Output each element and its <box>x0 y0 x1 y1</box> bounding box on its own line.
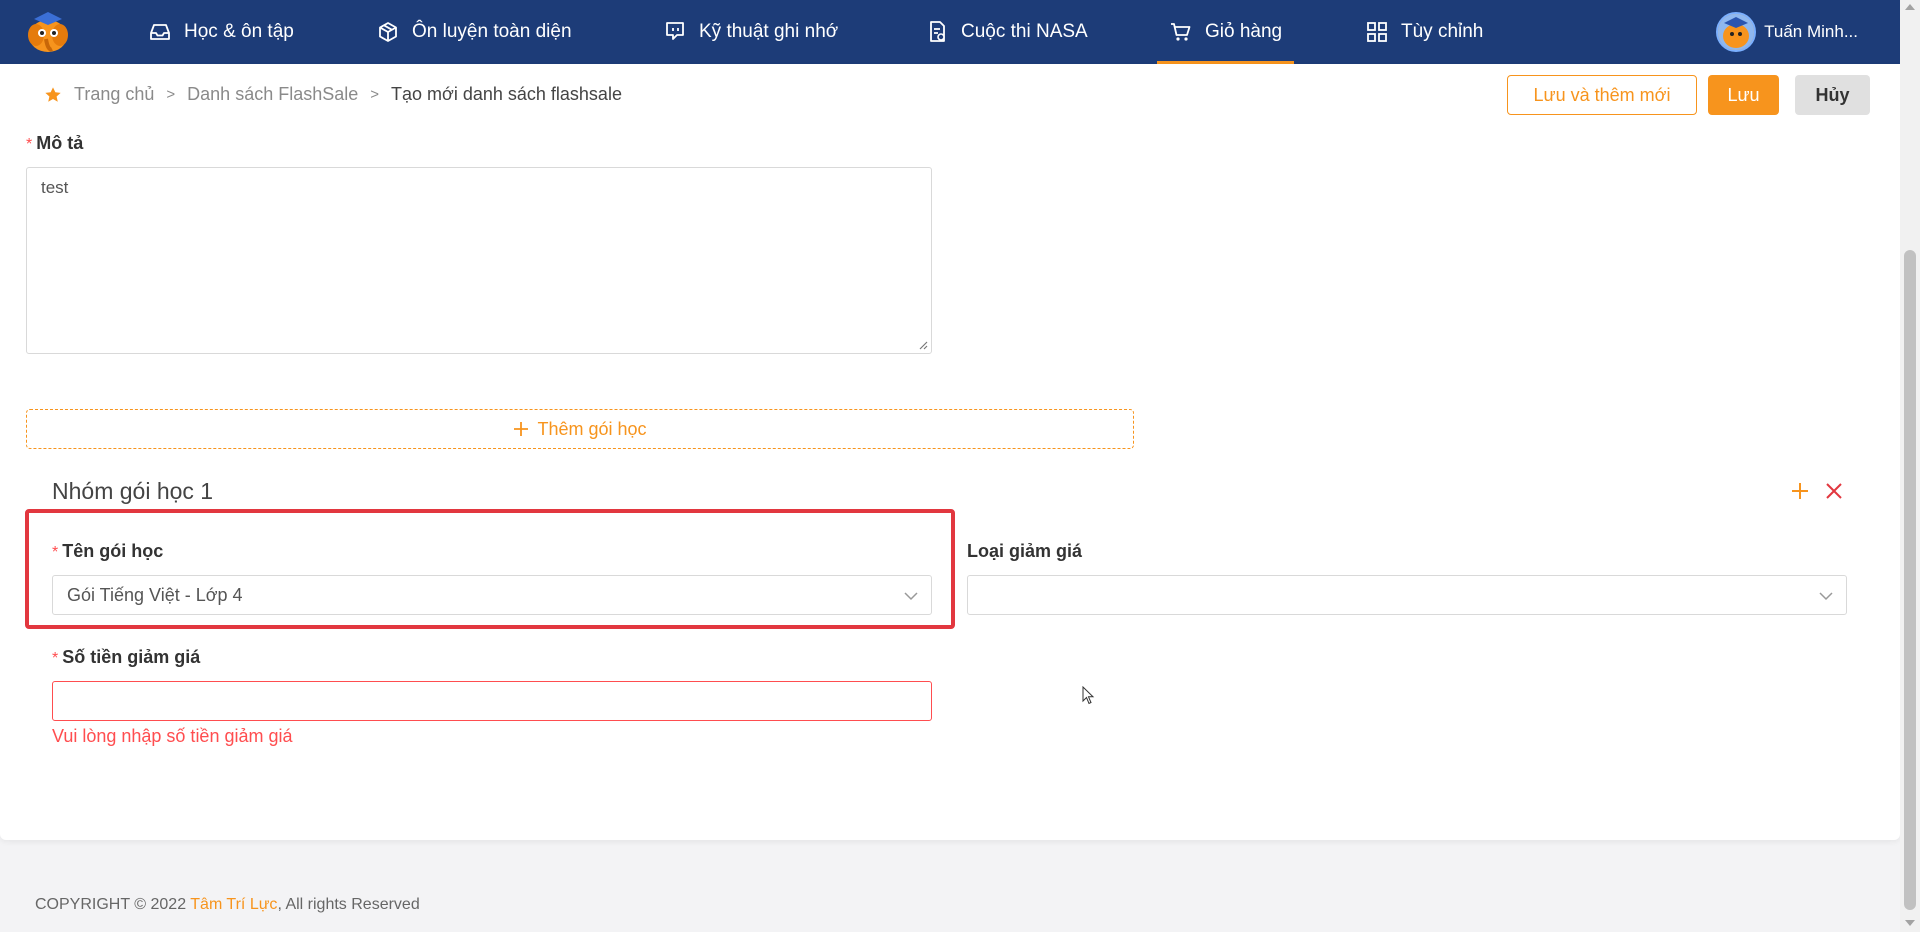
chevron-down-icon <box>1819 592 1833 601</box>
breadcrumb-current: Tạo mới danh sách flashsale <box>391 84 622 104</box>
description-label: * Mô tả <box>26 133 83 154</box>
plus-icon <box>514 422 529 436</box>
breadcrumb-separator: > <box>370 86 380 103</box>
save-button[interactable]: Lưu <box>1708 75 1779 115</box>
page-scrollbar[interactable] <box>1900 0 1920 932</box>
nav-item-label: Cuộc thi NASA <box>961 21 1088 42</box>
scroll-down-arrow-icon[interactable] <box>1905 920 1915 926</box>
cancel-button[interactable]: Hủy <box>1795 75 1870 115</box>
breadcrumb: Trang chủ > Danh sách FlashSale > Tạo mớ… <box>44 84 622 105</box>
discount-type-label: Loại giảm giá <box>967 541 1083 561</box>
add-package-label: Thêm gói học <box>537 418 647 439</box>
cart-icon <box>1171 23 1191 41</box>
elephant-avatar-icon <box>1718 14 1755 50</box>
package-name-label-text: Tên gói học <box>62 541 164 561</box>
footer-brand-link[interactable]: Tâm Trí Lực <box>190 896 277 913</box>
star-icon <box>45 86 61 102</box>
user-name: Tuấn Minh... <box>1764 22 1858 41</box>
nav-item-on-luyen[interactable]: Ôn luyện toàn diện <box>376 0 572 64</box>
scroll-thumb[interactable] <box>1904 250 1916 910</box>
chevron-down-icon <box>904 592 918 601</box>
description-value: test <box>41 178 69 197</box>
package-name-label: * Tên gói học <box>52 541 163 562</box>
add-group-item-icon[interactable] <box>1790 481 1810 501</box>
elephant-logo-icon <box>28 12 68 52</box>
required-mark: * <box>52 650 59 667</box>
user-menu[interactable]: Tuấn Minh... <box>1716 12 1858 52</box>
document-icon <box>930 21 945 42</box>
required-mark: * <box>52 544 59 561</box>
remove-group-icon[interactable] <box>1825 482 1843 500</box>
package-name-value: Gói Tiếng Việt - Lớp 4 <box>67 584 243 605</box>
discount-amount-label-text: Số tiền giảm giá <box>62 647 201 667</box>
nav-item-tuy-chinh[interactable]: Tùy chỉnh <box>1365 0 1483 64</box>
footer-copyright: COPYRIGHT © 2022 <box>35 896 191 913</box>
save-and-new-button[interactable]: Lưu và thêm mới <box>1507 75 1697 115</box>
discount-amount-label: * Số tiền giảm giá <box>52 647 200 668</box>
breadcrumb-list-link[interactable]: Danh sách FlashSale <box>187 84 358 105</box>
nav-item-label: Tùy chỉnh <box>1401 21 1484 42</box>
breadcrumb-home-link[interactable]: Trang chủ <box>74 84 154 105</box>
discount-amount-input[interactable] <box>52 681 932 721</box>
required-mark: * <box>26 136 33 153</box>
description-textarea[interactable]: test <box>26 167 932 354</box>
resize-grip-icon[interactable] <box>918 340 928 350</box>
breadcrumb-separator: > <box>166 86 176 103</box>
chat-icon <box>666 22 684 40</box>
avatar <box>1716 12 1757 52</box>
discount-type-select[interactable] <box>967 575 1847 615</box>
nav-item-label: Học & ôn tập <box>184 21 294 42</box>
nav-item-ky-thuat[interactable]: Kỹ thuật ghi nhớ <box>663 0 838 64</box>
box-icon <box>379 22 397 42</box>
nav-item-gio-hang[interactable]: Giỏ hàng <box>1156 0 1295 64</box>
nav-item-label: Ôn luyện toàn diện <box>412 21 572 42</box>
group-title: Nhóm gói học 1 <box>52 478 214 504</box>
logo[interactable] <box>24 9 72 55</box>
nav-item-cuoc-thi[interactable]: Cuộc thi NASA <box>925 0 1088 64</box>
add-package-button[interactable]: Thêm gói học <box>26 409 1134 449</box>
nav-item-hoc-on-tap[interactable]: Học & ôn tập <box>148 0 294 64</box>
inbox-icon <box>150 24 170 40</box>
discount-amount-error: Vui lòng nhập số tiền giảm giá <box>52 726 293 746</box>
footer: COPYRIGHT © 2022 Tâm Trí Lực, All rights… <box>35 896 420 914</box>
main-card: Trang chủ > Danh sách FlashSale > Tạo mớ… <box>0 64 1900 840</box>
description-label-text: Mô tả <box>36 133 84 153</box>
package-name-select[interactable]: Gói Tiếng Việt - Lớp 4 <box>52 575 932 615</box>
scroll-up-arrow-icon[interactable] <box>1905 4 1915 10</box>
mouse-cursor-icon <box>1082 686 1095 705</box>
grid-icon <box>1367 22 1387 42</box>
top-navbar: Học & ôn tập Ôn luyện toàn diện Kỹ thuật… <box>0 0 1900 64</box>
nav-item-label: Giỏ hàng <box>1205 21 1283 42</box>
nav-item-label: Kỹ thuật ghi nhớ <box>699 21 839 42</box>
footer-rights: , All rights Reserved <box>277 896 420 913</box>
